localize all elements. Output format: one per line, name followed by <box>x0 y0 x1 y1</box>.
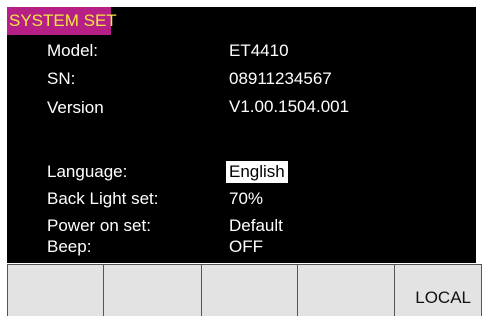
backlight-value[interactable]: 70% <box>229 188 263 210</box>
softkey-1[interactable] <box>7 265 104 316</box>
poweron-value[interactable]: Default <box>229 215 283 237</box>
sn-value: 08911234567 <box>229 69 332 88</box>
sn-label: SN: <box>47 69 76 88</box>
page-title: SYSTEM SET <box>7 7 117 35</box>
local-button-label: LOCAL <box>415 288 471 307</box>
language-label: Language: <box>47 162 128 181</box>
beep-value[interactable]: OFF <box>229 236 263 258</box>
language-value[interactable]: English <box>226 161 288 183</box>
beep-label: Beep: <box>47 237 92 256</box>
softkey-2[interactable] <box>104 265 202 316</box>
softkey-4[interactable] <box>298 265 395 316</box>
local-button[interactable]: LOCAL <box>395 265 482 316</box>
softkey-bar: LOCAL <box>7 264 482 316</box>
model-label: Model: <box>47 41 99 60</box>
backlight-label: Back Light set: <box>47 189 159 208</box>
system-set-screen: SYSTEM SET Model: ET4410 SN: 08911234567… <box>7 7 476 263</box>
poweron-label: Power on set: <box>47 216 151 235</box>
softkey-3[interactable] <box>202 265 298 316</box>
model-value: ET4410 <box>229 41 289 60</box>
version-label: Version <box>47 98 104 117</box>
version-value: V1.00.1504.001 <box>229 97 350 116</box>
